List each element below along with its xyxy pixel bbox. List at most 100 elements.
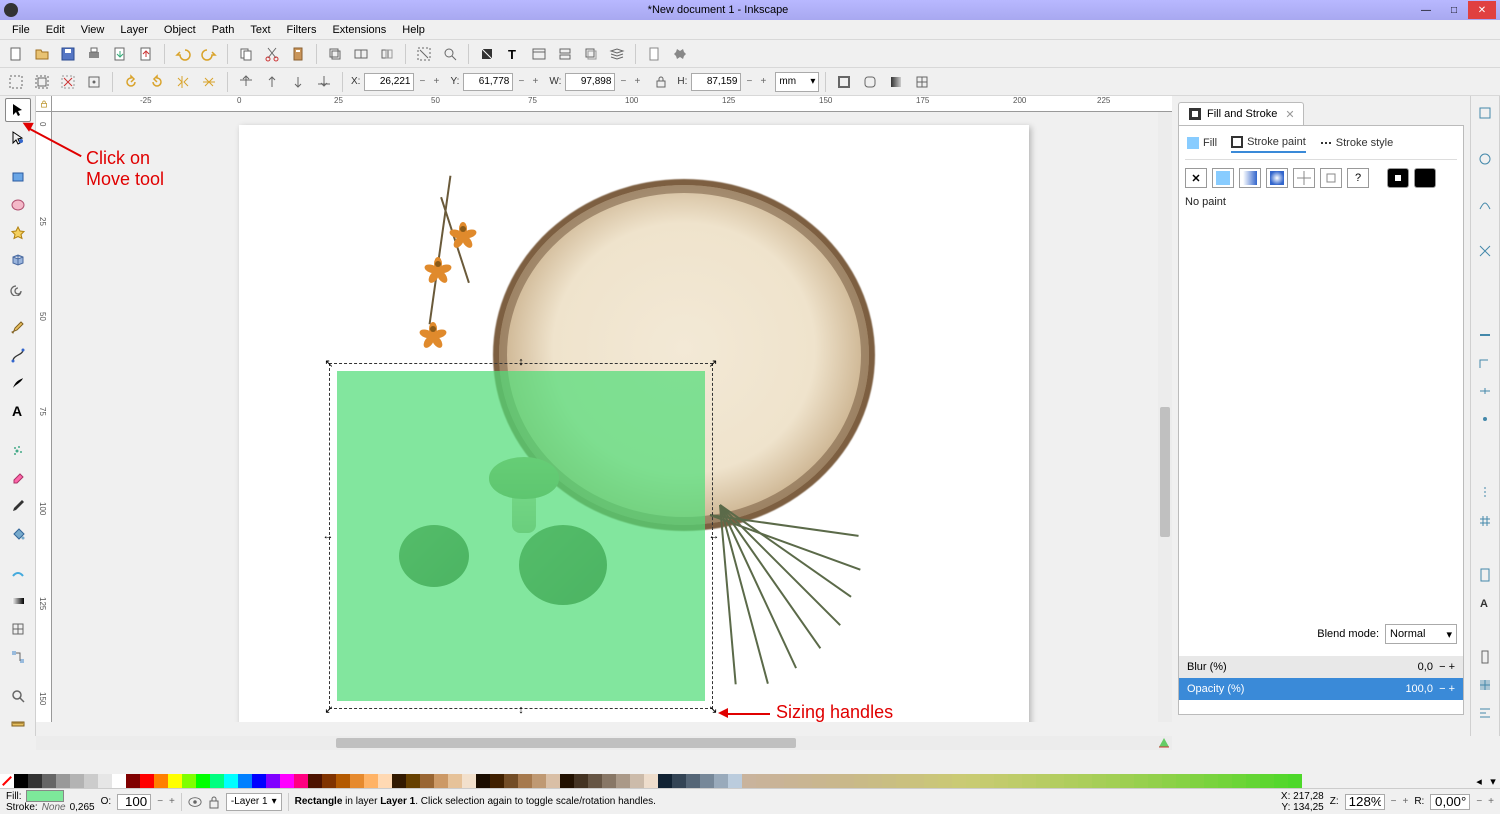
undo-button[interactable] bbox=[171, 43, 195, 65]
resize-handle-se[interactable]: ↘ bbox=[708, 704, 718, 714]
palette-swatch[interactable] bbox=[518, 774, 532, 788]
palette-swatch[interactable] bbox=[1162, 774, 1176, 788]
preferences-button[interactable] bbox=[668, 43, 692, 65]
palette-swatch[interactable] bbox=[728, 774, 742, 788]
palette-swatch[interactable] bbox=[238, 774, 252, 788]
palette-swatch[interactable] bbox=[840, 774, 854, 788]
new-button[interactable] bbox=[4, 43, 28, 65]
palette-swatch[interactable] bbox=[364, 774, 378, 788]
palette-swatch[interactable] bbox=[630, 774, 644, 788]
palette-swatch[interactable] bbox=[84, 774, 98, 788]
zoom-tool[interactable] bbox=[5, 684, 31, 708]
ruler-vertical[interactable]: 0 25 50 75 100 125 150 bbox=[36, 112, 52, 722]
minimize-button[interactable]: — bbox=[1412, 1, 1440, 19]
radial-gradient-button[interactable] bbox=[1266, 168, 1288, 188]
star-tool[interactable] bbox=[5, 221, 31, 245]
resize-handle-s[interactable]: ↕ bbox=[516, 705, 526, 715]
palette-swatch[interactable] bbox=[196, 774, 210, 788]
snap-page-button[interactable] bbox=[1474, 564, 1496, 586]
menu-help[interactable]: Help bbox=[394, 22, 433, 38]
rot-dec-button[interactable]: − bbox=[1476, 796, 1482, 807]
w-input[interactable] bbox=[565, 73, 615, 91]
layer-select[interactable]: -Layer 1▾ bbox=[226, 793, 282, 811]
palette-swatch[interactable] bbox=[392, 774, 406, 788]
palette-swatch[interactable] bbox=[994, 774, 1008, 788]
open-button[interactable] bbox=[30, 43, 54, 65]
stroke-value[interactable]: None bbox=[42, 802, 66, 813]
palette-swatch[interactable] bbox=[252, 774, 266, 788]
palette-swatch[interactable] bbox=[924, 774, 938, 788]
palette-swatch[interactable] bbox=[42, 774, 56, 788]
palette-swatch[interactable] bbox=[700, 774, 714, 788]
affect-gradient-button[interactable] bbox=[884, 71, 908, 93]
snap-grid2-button[interactable] bbox=[1474, 674, 1496, 696]
raise-button[interactable] bbox=[260, 71, 284, 93]
resize-handle-n[interactable]: ↕ bbox=[516, 357, 526, 367]
unit-select[interactable]: mm▾ bbox=[775, 72, 819, 92]
rectangle-tool[interactable] bbox=[5, 165, 31, 189]
blur-slider[interactable]: Blur (%) 0,0 − + bbox=[1179, 656, 1463, 678]
save-button[interactable] bbox=[56, 43, 80, 65]
dropper-tool[interactable] bbox=[5, 494, 31, 518]
fill-stroke-dialog-button[interactable] bbox=[475, 43, 499, 65]
palette-swatch[interactable] bbox=[70, 774, 84, 788]
export-button[interactable] bbox=[134, 43, 158, 65]
zoom-dec-button[interactable]: − bbox=[1391, 796, 1397, 807]
pencil-tool[interactable] bbox=[5, 316, 31, 340]
palette-swatch[interactable] bbox=[1092, 774, 1106, 788]
unlink-clone-button[interactable] bbox=[375, 43, 399, 65]
select-all-layers-button[interactable] bbox=[30, 71, 54, 93]
gradient-tool[interactable] bbox=[5, 589, 31, 613]
palette-swatch[interactable] bbox=[588, 774, 602, 788]
master-opacity-input[interactable] bbox=[117, 794, 151, 810]
align-dialog-button[interactable] bbox=[553, 43, 577, 65]
stroke-paint-subtab[interactable]: Stroke paint bbox=[1231, 136, 1306, 153]
x-input[interactable] bbox=[364, 73, 414, 91]
spray-tool[interactable] bbox=[5, 439, 31, 463]
palette-swatch[interactable] bbox=[644, 774, 658, 788]
palette-swatch[interactable] bbox=[294, 774, 308, 788]
h-dec-button[interactable]: − bbox=[743, 74, 755, 90]
palette-swatch[interactable] bbox=[798, 774, 812, 788]
palette-swatch[interactable] bbox=[98, 774, 112, 788]
xml-editor-button[interactable] bbox=[527, 43, 551, 65]
palette-swatch[interactable] bbox=[980, 774, 994, 788]
palette-swatch[interactable] bbox=[910, 774, 924, 788]
palette-swatch[interactable] bbox=[336, 774, 350, 788]
palette-swatch[interactable] bbox=[56, 774, 70, 788]
palette-swatch[interactable] bbox=[1204, 774, 1218, 788]
palette-swatch[interactable] bbox=[420, 774, 434, 788]
blend-mode-select[interactable]: Normal▾ bbox=[1385, 624, 1457, 644]
menu-filters[interactable]: Filters bbox=[279, 22, 325, 38]
flip-v-button[interactable] bbox=[197, 71, 221, 93]
palette-swatch[interactable] bbox=[1064, 774, 1078, 788]
close-panel-icon[interactable]: ✕ bbox=[1285, 108, 1294, 121]
palette-swatch[interactable] bbox=[1260, 774, 1274, 788]
zoom-drawing-button[interactable] bbox=[438, 43, 462, 65]
inc-dec-icon[interactable]: − + bbox=[1439, 661, 1455, 673]
palette-swatch[interactable] bbox=[658, 774, 672, 788]
layers-dialog-button[interactable] bbox=[605, 43, 629, 65]
cut-button[interactable] bbox=[260, 43, 284, 65]
menu-edit[interactable]: Edit bbox=[38, 22, 73, 38]
menu-file[interactable]: File bbox=[4, 22, 38, 38]
palette-swatch[interactable] bbox=[1288, 774, 1302, 788]
lock-guides-icon[interactable] bbox=[36, 96, 52, 112]
w-inc-button[interactable]: + bbox=[631, 74, 643, 90]
palette-swatch[interactable] bbox=[784, 774, 798, 788]
palette-swatch[interactable] bbox=[742, 774, 756, 788]
toggle-select-button[interactable] bbox=[82, 71, 106, 93]
redo-button[interactable] bbox=[197, 43, 221, 65]
rotate-cw-button[interactable] bbox=[145, 71, 169, 93]
palette-swatch[interactable] bbox=[1148, 774, 1162, 788]
snap-grid-button[interactable] bbox=[1474, 510, 1496, 532]
rot-inc-button[interactable]: + bbox=[1488, 796, 1494, 807]
bucket-tool[interactable] bbox=[5, 522, 31, 546]
menu-extensions[interactable]: Extensions bbox=[324, 22, 394, 38]
palette-swatch[interactable] bbox=[602, 774, 616, 788]
palette-swatch[interactable] bbox=[378, 774, 392, 788]
palette-swatch[interactable] bbox=[616, 774, 630, 788]
palette-swatch[interactable] bbox=[28, 774, 42, 788]
flat-color-button[interactable] bbox=[1212, 168, 1234, 188]
rotate-ccw-button[interactable] bbox=[119, 71, 143, 93]
